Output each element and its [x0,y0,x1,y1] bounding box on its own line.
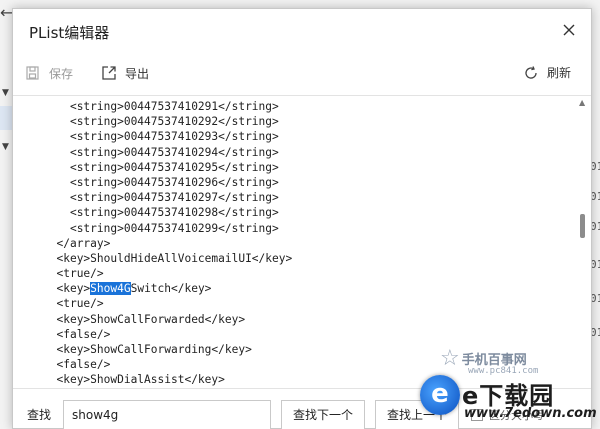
code-text: <string>00447537410291</string> [69,100,279,113]
find-next-button[interactable]: 查找下一个 [281,399,365,429]
find-label: 查找 [27,408,52,422]
code-text: <string>00447537410297</string> [69,191,279,205]
code-text: <key>ShouldHideAllVoicemailUI</key> [56,251,293,265]
code-text: <string>00447537410294</string> [69,145,279,159]
code-line: <false/> [43,357,292,372]
refresh-label: 刷新 [546,66,571,80]
search-match-highlight: Show4G [90,282,131,296]
code-text: <string>00447537410292</string> [69,115,279,129]
dialog-titlebar: PList编辑器 [13,9,591,55]
code-line: </array> [43,236,292,251]
code-text: <string>00447537410293</string> [69,130,279,144]
code-text: <true/> [56,267,104,281]
code-line: <key>ShowCallForwarded</key> [43,312,292,327]
code-line: <string>00447537410291</string> [43,99,292,114]
code-text: <key>ShowCallForwarding</key> [56,343,252,356]
code-text: <string>00447537410299</string> [69,221,279,235]
code-text: <true/> [56,297,104,311]
find-input[interactable] [63,399,271,429]
code-line: <string>00447537410295</string> [43,160,292,175]
refresh-button[interactable]: 刷新 [523,64,571,81]
code-text: <string>00447537410295</string> [69,160,279,174]
code-line: <string>00447537410294</string> [43,145,292,160]
back-arrow-icon[interactable]: ← [0,2,13,24]
code-text: <string>00447537410296</string> [69,175,279,189]
triangle-down-icon: ▼ [2,142,9,152]
plist-text-editor[interactable]: <string>00447537410291</string> <string>… [13,95,591,389]
export-icon [102,66,116,80]
code-line: <false/> [43,327,292,342]
close-icon [563,24,575,36]
code-line: <key>Show4GSwitch</key> [43,281,292,296]
dialog-title: PList编辑器 [29,23,110,42]
code-line: <string>00447537410297</string> [43,190,292,205]
code-text: <false/> [56,358,111,372]
scroll-thumb[interactable] [580,214,585,238]
code-line: <true/> [43,296,292,311]
code-text: Switch</key> [130,282,212,296]
code-line: <string>00447537410296</string> [43,175,292,190]
code-line: <string>00447537410299</string> [43,221,292,236]
watermark-logo-icon: e [420,375,460,415]
triangle-down-icon: ▼ [2,88,9,98]
code-line: <true/> [43,266,292,281]
star-icon: ☆ [440,346,460,371]
watermark-site-url: www.pc841.com [468,366,539,376]
code-lines: <string>00447537410291</string> <string>… [43,99,292,388]
code-text: </array> [56,236,111,250]
code-text: <false/> [56,327,111,341]
export-label: 导出 [125,66,150,81]
code-line: <key>ShowCallForwarding</key> [43,342,292,357]
save-button[interactable]: 保存 [25,65,73,82]
save-label: 保存 [49,66,74,81]
watermark-7edown-url: www.7edown.com [464,406,597,421]
refresh-icon [525,65,537,79]
close-button[interactable] [559,21,579,41]
code-text: <string>00447537410298</string> [69,206,279,220]
code-line: <key>ShowDialAssist</key> [43,372,292,387]
scroll-up-icon[interactable]: ▲ [579,98,585,107]
code-line: <string>00447537410292</string> [43,114,292,129]
toolbar: 保存 导出 刷新 [13,55,591,91]
code-line: <string>00447537410293</string> [43,129,292,144]
editor-scrollbar[interactable]: ▲ [575,96,591,388]
background-list-row [0,106,12,130]
code-line: <key>ShouldHideAllVoicemailUI</key> [43,251,292,266]
code-text: <key>ShowCallForwarded</key> [56,312,246,326]
export-button[interactable]: 导出 [101,65,149,82]
code-text: <key>ShowDialAssist</key> [56,373,225,387]
code-text: <key> [56,282,91,296]
code-line: <string>00447537410298</string> [43,205,292,220]
floppy-disk-icon [26,66,39,80]
